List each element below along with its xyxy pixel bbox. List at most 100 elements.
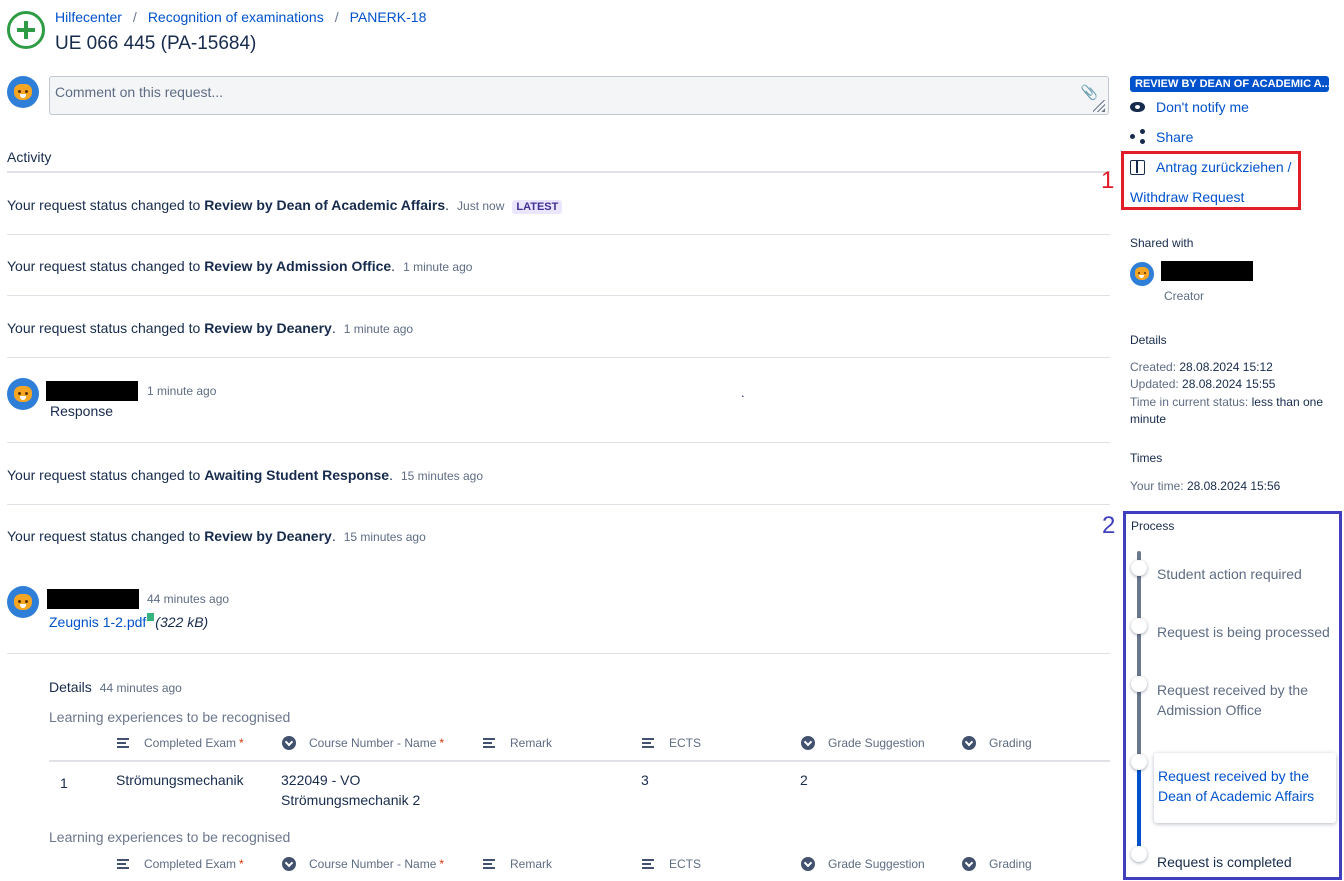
divider: [7, 442, 1110, 443]
step-dean: Request received by the Dean of Academic…: [1158, 768, 1315, 804]
col-grade-suggestion: Grade Suggestion: [801, 857, 925, 871]
section-label: Learning experiences to be recognised: [49, 829, 291, 845]
process-track-active: [1137, 770, 1141, 850]
activity-heading: Activity: [7, 149, 52, 165]
divider: [7, 171, 1110, 173]
annotation-number-1: 1: [1101, 167, 1115, 194]
activity-item: Your request status changed to Review by…: [7, 528, 426, 544]
comment-box[interactable]: 📎: [49, 76, 1109, 115]
select-field-icon: [962, 736, 976, 750]
attachment-size: (322 kB): [155, 614, 209, 630]
col-grading: Grading: [962, 857, 1032, 871]
step-dot: [1131, 754, 1147, 770]
attachment-file-icon: [147, 613, 155, 621]
activity-item: Your request status changed to Review by…: [7, 258, 473, 274]
step-dot: [1131, 676, 1147, 692]
step-admission-office: Request received by the Admission Office: [1157, 682, 1308, 718]
attachment-link[interactable]: Zeugnis 1-2.pdf: [49, 614, 146, 630]
text-field-icon: [483, 738, 495, 748]
breadcrumb-request-key[interactable]: PANERK-18: [350, 9, 427, 25]
annotation-box-1: [1121, 151, 1301, 210]
activity-item: Your request status changed to Awaiting …: [7, 467, 484, 483]
process-heading: Process: [1131, 519, 1175, 533]
status-badge[interactable]: REVIEW BY DEAN OF ACADEMIC A...: [1130, 76, 1329, 92]
col-ects: ECTS: [642, 857, 701, 871]
status-time-line: Time in current status: less than one mi…: [1130, 395, 1323, 426]
col-remark: Remark: [483, 736, 552, 750]
latest-badge: LATEST: [512, 200, 563, 214]
divider: [7, 504, 1110, 505]
redacted-name: [47, 589, 139, 609]
step-processing: Request is being processed: [1157, 624, 1330, 640]
comment-dot: .: [741, 385, 745, 400]
activity-item: Your request status changed to Review by…: [7, 197, 1110, 214]
shared-with-heading: Shared with: [1130, 236, 1194, 250]
current-step-card: Request received by the Dean of Academic…: [1154, 753, 1336, 823]
avatar: [7, 586, 39, 618]
comment-text: Response: [50, 403, 114, 419]
step-dot: [1131, 846, 1147, 862]
attachment-row: Zeugnis 1-2.pdf (322 kB): [49, 613, 208, 630]
divider: [7, 653, 1110, 654]
step-completed: Request is completed: [1157, 854, 1292, 870]
breadcrumb: Hilfecenter / Recognition of examination…: [55, 9, 426, 25]
text-field-icon: [642, 738, 654, 748]
share-action[interactable]: Share: [1130, 129, 1193, 145]
select-field-icon: [962, 857, 976, 871]
text-field-icon: [483, 859, 495, 869]
paperclip-icon[interactable]: 📎: [1081, 84, 1098, 101]
created-line: Created: 28.08.2024 15:12: [1130, 360, 1273, 374]
col-completed-exam: Completed Exam *: [117, 736, 244, 750]
step-dot: [1131, 560, 1147, 576]
row-exam: Strömungsmechanik: [116, 772, 244, 788]
your-time-line: Your time: 28.08.2024 15:56: [1130, 479, 1281, 493]
col-course-number: Course Number - Name *: [282, 736, 444, 750]
updated-line: Updated: 28.08.2024 15:55: [1130, 377, 1276, 391]
col-grade-suggestion: Grade Suggestion: [801, 736, 925, 750]
breadcrumb-recognition[interactable]: Recognition of examinations: [148, 9, 324, 25]
eye-icon: [1130, 102, 1145, 112]
notify-link[interactable]: Don't notify me: [1156, 99, 1249, 115]
divider: [7, 357, 1110, 358]
row-course-number: 322049 - VO: [281, 772, 361, 788]
redacted-name: [46, 381, 138, 401]
comment-input[interactable]: [55, 84, 955, 100]
page-title: UE 066 445 (PA-15684): [55, 33, 257, 54]
table-header-rule: [49, 760, 1110, 762]
notify-toggle[interactable]: Don't notify me: [1130, 99, 1249, 115]
col-remark: Remark: [483, 857, 552, 871]
row-grade: 2: [800, 772, 808, 788]
text-field-icon: [117, 738, 129, 748]
select-field-icon: [801, 857, 815, 871]
avatar: [7, 76, 39, 108]
breadcrumb-separator: /: [334, 9, 339, 25]
select-field-icon: [801, 736, 815, 750]
section-label: Learning experiences to be recognised: [49, 709, 291, 725]
details-heading: Details 44 minutes ago: [49, 679, 182, 695]
text-field-icon: [117, 859, 129, 869]
text-field-icon: [642, 859, 654, 869]
creator-label: Creator: [1164, 289, 1205, 303]
col-grading: Grading: [962, 736, 1032, 750]
step-dot: [1131, 618, 1147, 634]
annotation-number-2: 2: [1102, 512, 1116, 539]
avatar: [7, 378, 39, 410]
select-field-icon: [282, 857, 296, 871]
redacted-name: [1161, 261, 1253, 281]
col-ects: ECTS: [642, 736, 701, 750]
row-ects: 3: [641, 772, 649, 788]
divider: [7, 234, 1110, 235]
breadcrumb-separator: /: [132, 9, 137, 25]
share-link[interactable]: Share: [1156, 129, 1193, 145]
col-course-number: Course Number - Name *: [282, 857, 444, 871]
app-logo-icon[interactable]: [7, 11, 45, 49]
breadcrumb-hilfecenter[interactable]: Hilfecenter: [55, 9, 122, 25]
select-field-icon: [282, 736, 296, 750]
attachment-time: 44 minutes ago: [147, 592, 230, 606]
resize-handle-icon[interactable]: [1093, 100, 1105, 112]
activity-item: Your request status changed to Review by…: [7, 320, 414, 336]
row-course-name: Strömungsmechanik 2: [281, 792, 421, 808]
share-icon: [1130, 129, 1146, 145]
comment-time: 1 minute ago: [147, 384, 217, 398]
divider: [7, 295, 1110, 296]
